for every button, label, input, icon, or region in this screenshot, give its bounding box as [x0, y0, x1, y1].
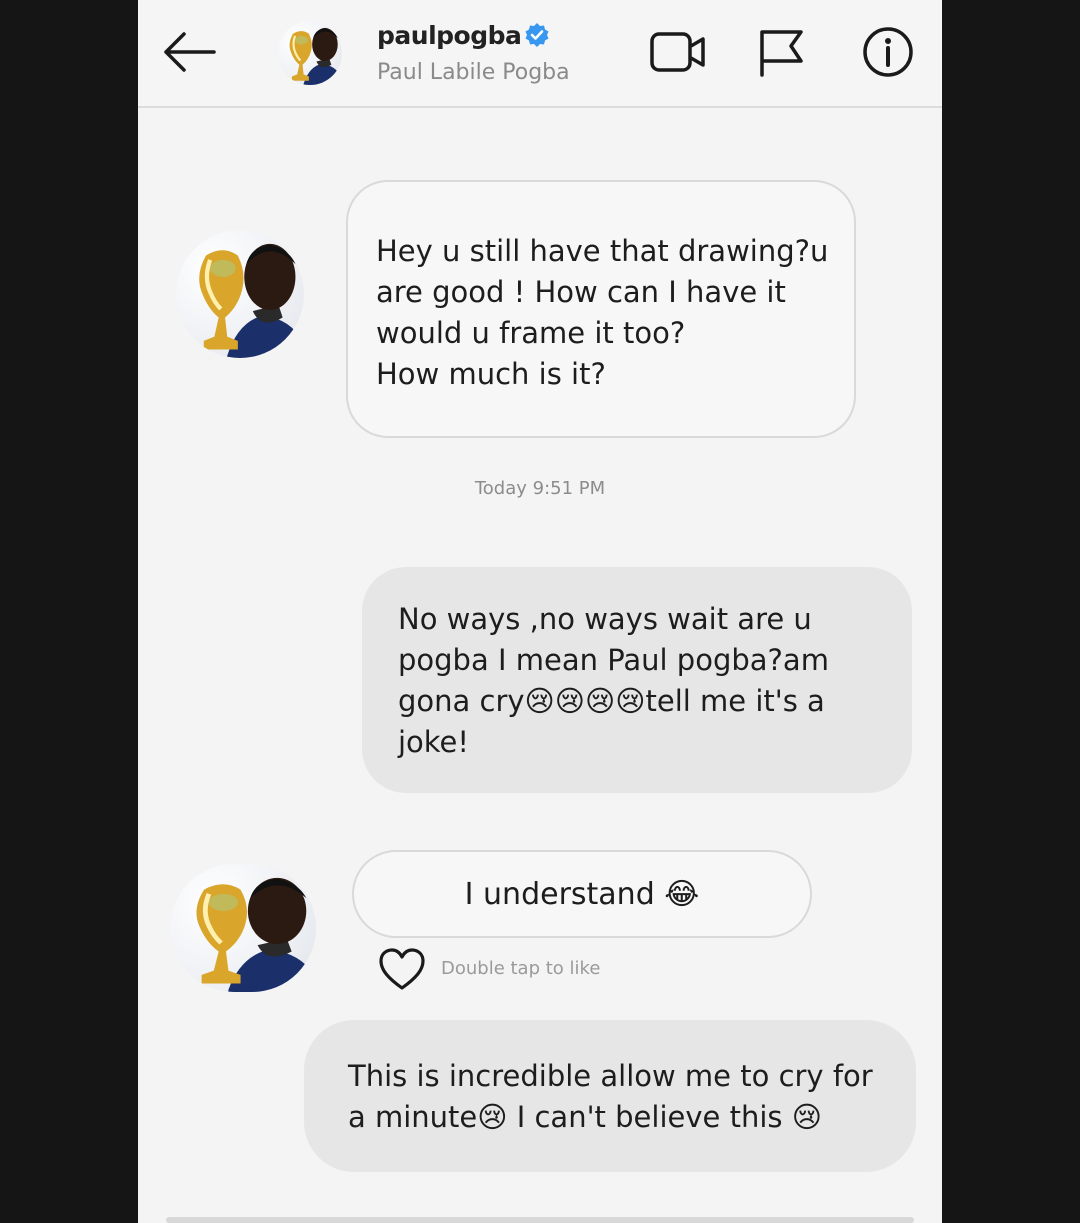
full-name: Paul Labile Pogba — [377, 60, 570, 85]
heart-icon[interactable] — [378, 948, 426, 992]
avatar[interactable] — [176, 230, 304, 358]
verified-badge-icon — [525, 23, 549, 47]
info-icon[interactable] — [862, 26, 914, 78]
flag-icon[interactable] — [757, 28, 807, 78]
profile-photo — [199, 243, 302, 358]
chat-header: paulpogba Paul Labile Pogba — [138, 0, 942, 108]
message-composer-edge — [166, 1217, 914, 1223]
video-camera-icon[interactable] — [650, 30, 706, 74]
incoming-message[interactable]: Hey u still have that drawing?u are good… — [346, 180, 856, 438]
arrow-left-icon[interactable] — [160, 30, 216, 74]
outgoing-message[interactable]: No ways ,no ways wait are u pogba I mean… — [362, 567, 912, 793]
username-row[interactable]: paulpogba — [377, 18, 550, 52]
incoming-message[interactable]: I understand 😂 — [352, 850, 812, 938]
avatar[interactable] — [170, 864, 316, 992]
double-tap-hint: Double tap to like — [441, 958, 601, 979]
profile-photo — [289, 27, 341, 85]
profile-photo — [196, 877, 314, 992]
username: paulpogba — [377, 20, 522, 50]
avatar[interactable] — [278, 21, 342, 85]
message-timestamp: Today 9:51 PM — [474, 478, 606, 499]
direct-message-screen: paulpogba Paul Labile Pogba Hey u still … — [138, 0, 942, 1223]
outgoing-message[interactable]: This is incredible allow me to cry for a… — [304, 1020, 916, 1172]
